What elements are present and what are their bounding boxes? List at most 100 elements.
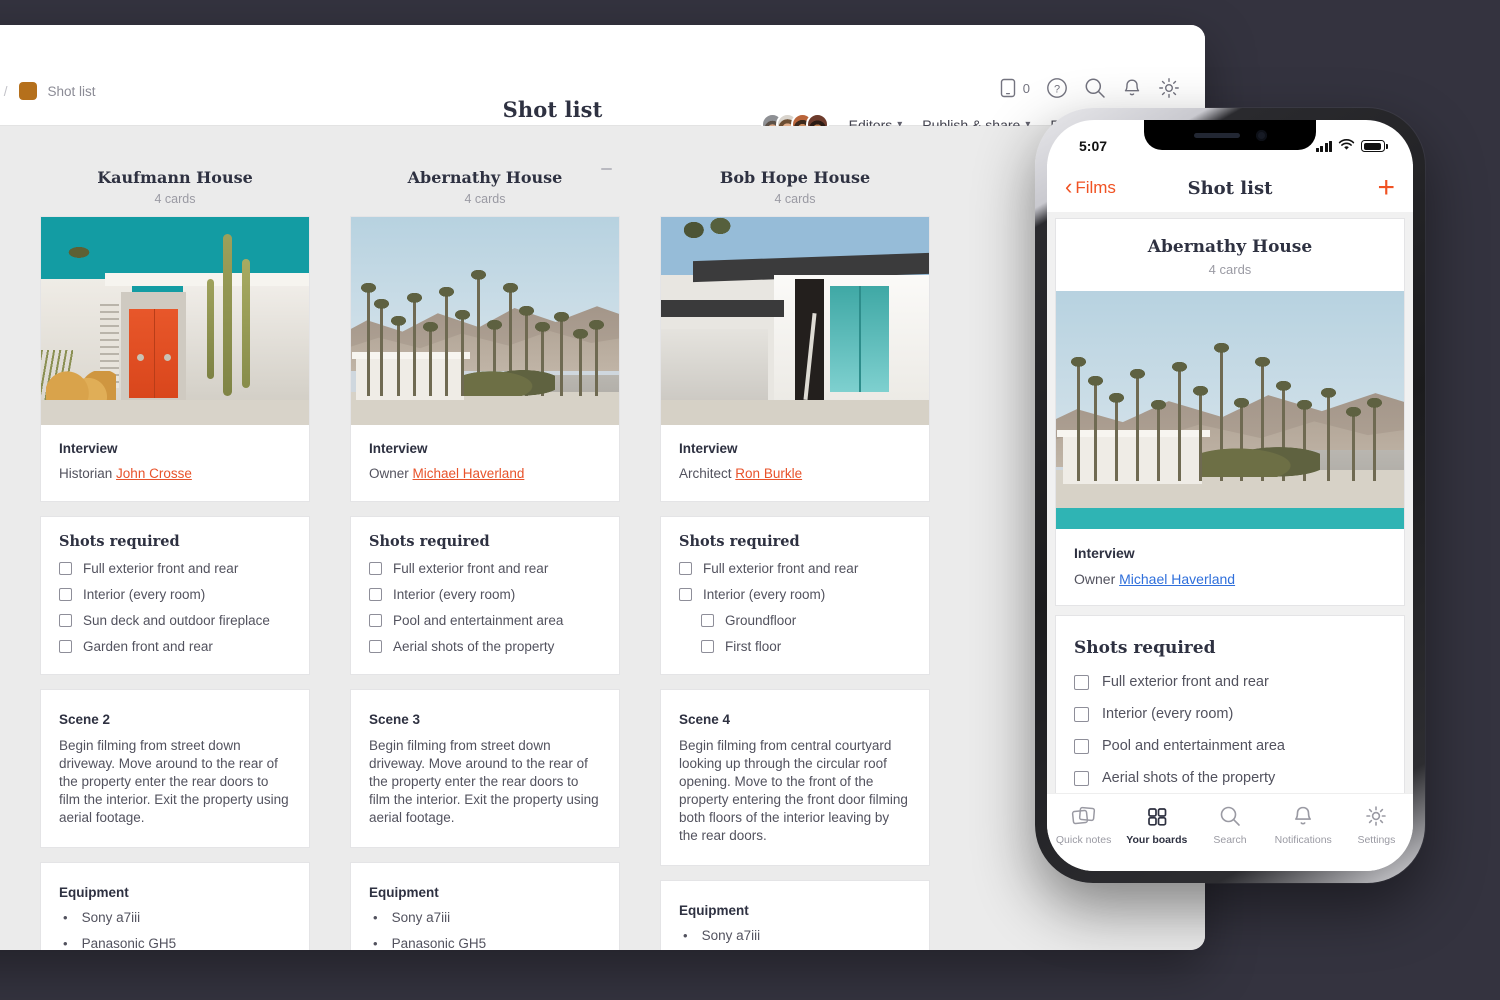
shot-checkbox-row[interactable]: Full exterior front and rear bbox=[369, 561, 601, 576]
checkbox-icon[interactable] bbox=[369, 562, 382, 575]
back-to-films-button[interactable]: ‹ Films bbox=[1065, 176, 1116, 198]
phone-shot-row[interactable]: Interior (every room) bbox=[1074, 706, 1386, 722]
phone-card-photo bbox=[1056, 291, 1404, 529]
shot-checkbox-row[interactable]: Interior (every room) bbox=[369, 587, 601, 602]
gear-icon bbox=[1364, 804, 1388, 828]
search-icon[interactable] bbox=[1084, 77, 1106, 99]
shot-checkbox-row[interactable]: Garden front and rear bbox=[59, 639, 291, 654]
tab-settings[interactable]: Settings bbox=[1340, 804, 1413, 846]
tab-notifications[interactable]: Notifications bbox=[1267, 804, 1340, 846]
phone-content-scroll[interactable]: Abernathy House 4 cards Interview Owner … bbox=[1047, 212, 1413, 793]
status-time: 5:07 bbox=[1079, 138, 1108, 154]
interview-card[interactable]: Interview Historian John Crosse bbox=[40, 216, 310, 502]
shot-checkbox-row[interactable]: Pool and entertainment area bbox=[369, 613, 601, 628]
checkbox-icon[interactable] bbox=[369, 640, 382, 653]
scene-text: Begin filming from street down driveway.… bbox=[369, 738, 599, 826]
phone-interview-person-link[interactable]: Michael Haverland bbox=[1119, 571, 1235, 587]
shot-checkbox-row[interactable]: Interior (every room) bbox=[59, 587, 291, 602]
checkbox-icon[interactable] bbox=[701, 640, 714, 653]
help-icon[interactable]: ? bbox=[1046, 77, 1068, 99]
interview-person-link[interactable]: John Crosse bbox=[116, 466, 192, 481]
add-card-button[interactable]: + bbox=[1377, 173, 1395, 203]
interview-role: Owner bbox=[369, 466, 409, 481]
equipment-card[interactable]: Equipment • Sony a7iii • Panasonic GH5 • So… bbox=[40, 862, 310, 950]
phone-shots-card[interactable]: Shots required Full exterior front and r… bbox=[1055, 615, 1405, 793]
shot-checkbox-row[interactable]: Groundfloor bbox=[679, 613, 911, 628]
checkbox-icon[interactable] bbox=[1074, 738, 1089, 754]
scene-card[interactable]: Scene 2 Begin filming from street down d… bbox=[40, 689, 310, 849]
checkbox-icon[interactable] bbox=[59, 588, 72, 601]
shots-card[interactable]: Shots required Full exterior front and r… bbox=[350, 516, 620, 675]
shot-checkbox-row[interactable]: Interior (every room) bbox=[679, 587, 911, 602]
front-camera-icon bbox=[1255, 129, 1267, 141]
scene-card[interactable]: Scene 3 Begin filming from street down d… bbox=[350, 689, 620, 849]
equipment-label: Panasonic GH5 bbox=[81, 935, 177, 950]
tab-search[interactable]: Search bbox=[1193, 804, 1266, 846]
equipment-heading: Equipment bbox=[369, 885, 439, 901]
interview-role: Historian bbox=[59, 466, 113, 481]
checkbox-icon[interactable] bbox=[1074, 770, 1089, 786]
checkbox-icon[interactable] bbox=[1074, 706, 1089, 722]
checkbox-icon[interactable] bbox=[1074, 674, 1089, 690]
settings-icon[interactable] bbox=[1158, 77, 1180, 99]
phone-mockup: 5:07 ‹ Films Shot list + Abernathy House bbox=[1035, 108, 1425, 883]
column-header: Abernathy House 4 cards bbox=[350, 154, 620, 216]
phone-interview-role: Owner bbox=[1074, 571, 1116, 587]
scene-card[interactable]: Scene 4 Begin filming from central court… bbox=[660, 689, 930, 867]
checkbox-icon[interactable] bbox=[369, 588, 382, 601]
card-photo bbox=[351, 217, 619, 425]
shot-checkbox-row[interactable]: Full exterior front and rear bbox=[59, 561, 291, 576]
shot-checkbox-row[interactable]: Full exterior front and rear bbox=[679, 561, 911, 576]
equipment-card[interactable]: Equipment • Sony a7iii • Panasonic GH5 • So… bbox=[350, 862, 620, 950]
equipment-card[interactable]: Equipment •Sony a7iii •Sony f1.8 28mm Le… bbox=[660, 880, 930, 950]
checkbox-icon[interactable] bbox=[369, 614, 382, 627]
interview-card[interactable]: Interview Architect Ron Burkle bbox=[660, 216, 930, 502]
scene-heading: Scene 2 bbox=[59, 712, 111, 727]
phone-shots-heading: Shots required bbox=[1074, 638, 1216, 658]
card-photo bbox=[661, 217, 929, 425]
interview-person-link[interactable]: Michael Haverland bbox=[413, 466, 525, 481]
checkbox-icon[interactable] bbox=[59, 562, 72, 575]
bullet-icon: • bbox=[63, 910, 68, 926]
tab-quick-notes[interactable]: Quick notes bbox=[1047, 804, 1120, 846]
earpiece-speaker-icon bbox=[1193, 132, 1240, 138]
board-column[interactable]: Abernathy House 4 cards Interview Owner … bbox=[350, 154, 620, 950]
board-column[interactable]: Kaufmann House 4 cards Interview Histori… bbox=[40, 154, 310, 950]
phone-card-title: Abernathy House bbox=[1147, 237, 1313, 257]
phone-shot-row[interactable]: Aerial shots of the property bbox=[1074, 770, 1386, 786]
shots-card[interactable]: Shots required Full exterior front and r… bbox=[40, 516, 310, 675]
interview-card[interactable]: Interview Owner Michael Haverland bbox=[350, 216, 620, 502]
collapse-column-icon[interactable] bbox=[601, 168, 612, 170]
phone-board-card[interactable]: Abernathy House 4 cards Interview Owner … bbox=[1055, 218, 1405, 606]
phone-shot-row[interactable]: Pool and entertainment area bbox=[1074, 738, 1386, 754]
checkbox-icon[interactable] bbox=[679, 588, 692, 601]
checkbox-icon[interactable] bbox=[59, 614, 72, 627]
checkbox-icon[interactable] bbox=[59, 640, 72, 653]
shot-label: Sun deck and outdoor fireplace bbox=[83, 613, 270, 628]
phone-shot-row[interactable]: Full exterior front and rear bbox=[1074, 674, 1386, 690]
phone-card-count: 4 cards bbox=[1208, 262, 1252, 277]
checkbox-icon[interactable] bbox=[701, 614, 714, 627]
interview-person-link[interactable]: Ron Burkle bbox=[735, 466, 802, 481]
shot-checkbox-row[interactable]: First floor bbox=[679, 639, 911, 654]
tab-your-boards[interactable]: Your boards bbox=[1120, 804, 1193, 846]
tab-label: Notifications bbox=[1274, 834, 1332, 846]
notes-icon bbox=[1071, 804, 1097, 828]
phone-interview-meta: Owner Michael Haverland bbox=[1074, 571, 1386, 587]
shot-checkbox-row[interactable]: Sun deck and outdoor fireplace bbox=[59, 613, 291, 628]
battery-icon bbox=[1361, 140, 1388, 152]
shots-heading: Shots required bbox=[59, 533, 180, 550]
phone-card-header: Abernathy House 4 cards bbox=[1056, 219, 1404, 291]
shots-card[interactable]: Shots required Full exterior front and r… bbox=[660, 516, 930, 675]
mobile-preview-icon[interactable] bbox=[1000, 78, 1016, 98]
board-column[interactable]: Bob Hope House 4 cards Interview Archite… bbox=[660, 154, 930, 950]
board-canvas[interactable]: r & Harrison Residence 4 cards Interview… bbox=[0, 126, 1205, 950]
scene-heading: Scene 4 bbox=[679, 712, 731, 727]
shot-label: Aerial shots of the property bbox=[393, 639, 555, 654]
shot-label: First floor bbox=[725, 639, 782, 654]
checkbox-icon[interactable] bbox=[679, 562, 692, 575]
notifications-icon[interactable] bbox=[1122, 77, 1142, 99]
wifi-icon bbox=[1338, 138, 1355, 154]
shot-checkbox-row[interactable]: Aerial shots of the property bbox=[369, 639, 601, 654]
interview-heading: Interview bbox=[369, 441, 428, 456]
